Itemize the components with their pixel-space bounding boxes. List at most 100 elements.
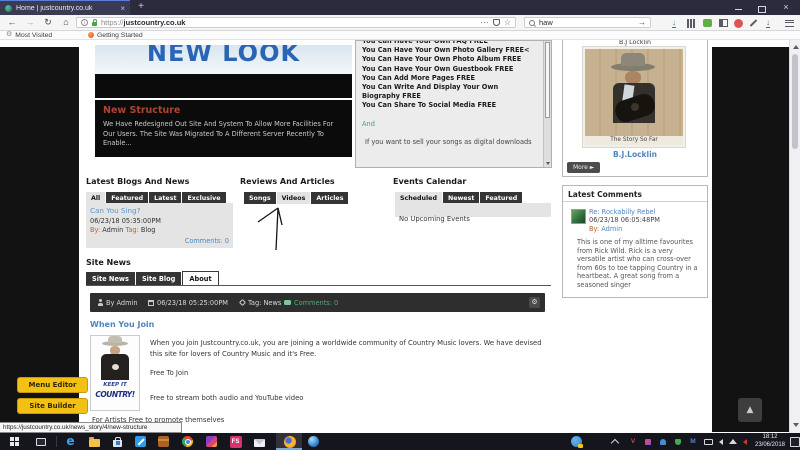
package-app-icon[interactable] <box>157 435 170 448</box>
store-icon[interactable] <box>111 435 124 448</box>
url-bar[interactable]: i https://justcountry.co.uk ☆ <box>76 17 516 28</box>
adblock-icon[interactable] <box>731 17 745 29</box>
page-actions-icon[interactable] <box>481 19 489 27</box>
update-shield-icon[interactable] <box>570 435 583 448</box>
more-button[interactable]: More ► <box>567 162 600 173</box>
window-minimize-button[interactable] <box>726 0 750 15</box>
file-explorer-icon[interactable] <box>88 435 101 448</box>
menu-editor-button[interactable]: Menu Editor <box>17 377 88 393</box>
new-tab-button[interactable]: + <box>134 0 148 15</box>
comment-author-link[interactable]: Admin <box>601 225 622 233</box>
scroll-down-icon[interactable] <box>546 162 550 165</box>
tab-articles[interactable]: Articles <box>311 192 348 204</box>
download-icon[interactable]: ↓ <box>667 17 681 29</box>
news-title: New Structure <box>103 105 344 116</box>
comment-avatar[interactable] <box>571 209 586 224</box>
url-host: justcountry.co.uk <box>124 18 186 27</box>
site-builder-button[interactable]: Site Builder <box>17 398 88 414</box>
site-news-tabs: Site News Site Blog About <box>86 271 219 286</box>
bookmark-star-icon[interactable]: ☆ <box>504 18 511 28</box>
search-go-icon[interactable]: → <box>638 18 646 27</box>
site-news-title: Site News <box>86 258 131 267</box>
start-button[interactable] <box>8 435 21 448</box>
pen-icon[interactable] <box>746 17 760 29</box>
tab-about[interactable]: About <box>182 271 218 286</box>
info-icon[interactable]: i <box>81 19 88 26</box>
task-view-button[interactable] <box>34 435 47 448</box>
bookmark-getting-started[interactable]: Getting Started <box>88 31 143 39</box>
search-input[interactable] <box>539 18 634 27</box>
tab-close-icon[interactable]: × <box>120 1 125 16</box>
forward-icon[interactable]: → <box>22 15 38 30</box>
scrollbar-thumb[interactable] <box>792 54 798 149</box>
battery-icon[interactable] <box>703 435 713 448</box>
pocket-icon[interactable] <box>493 19 500 26</box>
fs-app-icon[interactable]: FS <box>229 435 242 448</box>
tab-site-news[interactable]: Site News <box>86 272 135 286</box>
photos-app-icon[interactable] <box>205 435 218 448</box>
latest-comments-title: Latest Comments <box>568 190 642 199</box>
mail-app-icon[interactable] <box>253 435 266 448</box>
article-title-link[interactable]: When You Join <box>90 320 154 329</box>
features-scrollbar[interactable] <box>543 41 551 167</box>
article-settings-button[interactable]: ⚙ <box>529 297 540 308</box>
speaker-icon[interactable] <box>716 435 725 448</box>
new-look-banner[interactable]: NEW LOOK <box>95 45 352 98</box>
feature-line: You Can Have Your Own Guestbook FREE <box>362 65 538 74</box>
features-scrollbox[interactable]: You Can Have Your Own FAQ FREE You Can H… <box>355 40 552 168</box>
blog-post-link[interactable]: Can You Sing? <box>90 206 229 215</box>
blog-tag[interactable]: Blog <box>141 226 156 234</box>
back-icon[interactable]: ← <box>4 15 20 30</box>
taskbar-clock[interactable]: 18:12 23/06/2018 <box>752 434 788 449</box>
scrollbar-up-icon[interactable] <box>793 45 799 49</box>
menu-icon[interactable] <box>782 17 796 29</box>
features-scroll-thumb[interactable] <box>545 42 550 118</box>
article-paragraph-3: Free to stream both audio and YouTube vi… <box>150 393 303 404</box>
tab-songs[interactable]: Songs <box>244 192 276 204</box>
browser-scrollbar[interactable] <box>789 40 800 433</box>
artist-link[interactable]: B.J.Locklin <box>563 150 707 159</box>
action-center-icon[interactable] <box>790 437 800 447</box>
tray-m-icon[interactable]: M <box>688 435 698 448</box>
search-bar[interactable]: → <box>524 17 651 28</box>
tray-person-icon[interactable] <box>658 435 668 448</box>
sidebar-icon[interactable] <box>716 17 730 29</box>
events-empty-text: No Upcoming Events <box>399 215 470 223</box>
reviews-section-title: Reviews And Articles <box>240 177 335 186</box>
bookmark-most-visited[interactable]: ⚙ Most Visited <box>6 31 52 39</box>
paint-app-icon[interactable] <box>134 435 147 448</box>
latest-comments-panel: Latest Comments Re: Rockabilly Rebel 06/… <box>562 185 708 298</box>
refresh-icon[interactable]: ↻ <box>40 15 56 30</box>
chrome-icon[interactable] <box>181 435 194 448</box>
meta-comments[interactable]: Comments: 0 <box>284 293 338 312</box>
album-cover-image[interactable]: The Story So Far <box>583 47 685 147</box>
edge-icon[interactable]: e <box>64 435 77 448</box>
tray-gem-icon[interactable] <box>643 435 653 448</box>
comment-icon <box>284 300 291 305</box>
window-maximize-button[interactable] <box>750 0 774 15</box>
events-empty-box: No Upcoming Events <box>395 203 551 217</box>
browser-app-icon[interactable] <box>307 435 320 448</box>
feature-line: You Can Add More Pages FREE <box>362 74 538 83</box>
site-favicon <box>5 5 12 12</box>
comment-link[interactable]: Re: Rockabilly Rebel <box>589 208 660 216</box>
blog-author[interactable]: Admin <box>102 226 123 234</box>
volume-alert-icon[interactable] <box>740 435 749 448</box>
browser-tab[interactable]: Home | justcountry.co.uk × <box>0 0 130 15</box>
library-icon[interactable] <box>684 17 698 29</box>
scrollbar-down-icon[interactable] <box>793 423 799 427</box>
network-icon[interactable] <box>728 435 737 448</box>
home-icon[interactable]: ⌂ <box>58 15 74 30</box>
blog-comments-count[interactable]: Comments: 0 <box>185 237 229 245</box>
back-to-top-button[interactable]: ▲ <box>738 398 762 422</box>
window-close-button[interactable]: × <box>774 0 798 15</box>
firefox-icon[interactable] <box>283 435 296 448</box>
extension-icon[interactable] <box>700 17 714 29</box>
tab-videos[interactable]: Videos <box>277 192 311 204</box>
tray-defender-icon[interactable] <box>673 435 683 448</box>
download-alt-icon[interactable]: ↓ <box>761 17 775 29</box>
hidden-icons-chevron[interactable] <box>610 435 620 448</box>
url-text[interactable]: https://justcountry.co.uk <box>101 18 477 27</box>
tray-v-icon[interactable]: V <box>628 435 638 448</box>
tab-site-blog[interactable]: Site Blog <box>136 272 181 286</box>
